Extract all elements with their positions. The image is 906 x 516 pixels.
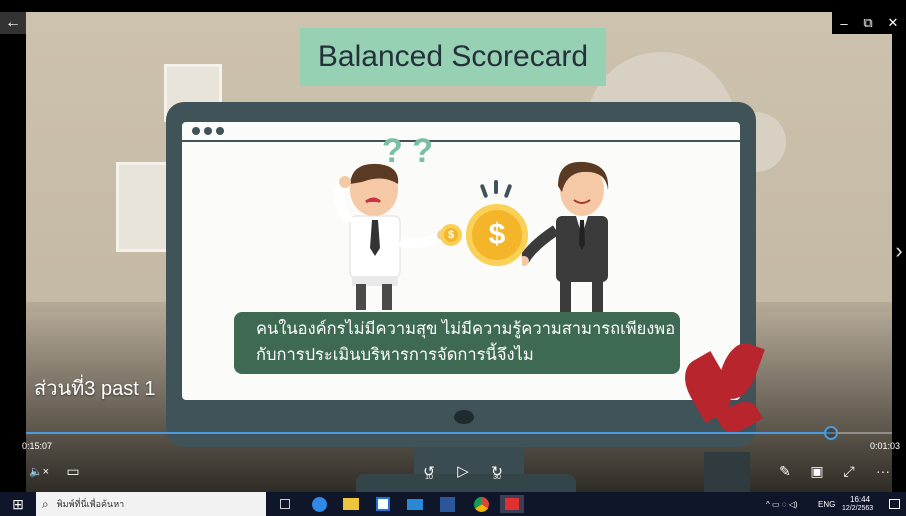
taskbar-search-box[interactable]: ⌕ พิมพ์ที่นี่เพื่อค้นหา (36, 492, 266, 516)
start-icon[interactable]: ⊞ (6, 495, 30, 513)
file-explorer-icon[interactable] (340, 495, 362, 513)
movies-tv-player-window: ? ? $ $ Balanced Scorecard คนในองค์กรไม่… (0, 0, 906, 516)
plant-pot (704, 452, 750, 492)
episode-label: ส่วนที่3 past 1 (34, 378, 156, 400)
window-dot (204, 127, 212, 135)
subtitles-icon[interactable]: ▭ (62, 460, 84, 482)
current-time: 0:15:07 (22, 441, 53, 451)
chrome-icon[interactable] (470, 495, 492, 513)
back-arrow-icon[interactable]: ← (0, 12, 26, 34)
businessman-illustration (522, 161, 609, 316)
subtitle-banner: คนในองค์กรไม่มีความสุข ไม่มีความรู้ความส… (234, 312, 680, 374)
search-placeholder: พิมพ์ที่นี่เพื่อค้นหา (56, 499, 125, 509)
remaining-time: 0:01:03 (869, 441, 900, 451)
small-coin-symbol: $ (447, 229, 455, 241)
word-icon[interactable] (436, 495, 458, 513)
system-tray-icons[interactable]: ^ ▭ ◌ ◁) (766, 500, 798, 509)
play-icon[interactable]: ▷ (452, 460, 474, 482)
more-options-icon[interactable]: ··· (870, 460, 896, 482)
window-dot (192, 127, 200, 135)
task-view-icon[interactable] (276, 495, 294, 513)
confused-man-illustration (334, 163, 447, 310)
forward-30-button[interactable]: ↻ 30 (484, 460, 510, 482)
edge-browser-icon[interactable] (308, 495, 330, 513)
mute-icon[interactable]: 🔈× (28, 460, 50, 482)
large-coin-symbol: $ (488, 218, 506, 251)
small-coin-icon: $ (440, 224, 462, 246)
store-icon[interactable] (372, 495, 394, 513)
subtitle-line-2: กับการประเมินบริหารการจัดการนี้จึงไม (256, 346, 534, 364)
mail-icon[interactable] (404, 495, 426, 513)
window-dot (216, 127, 224, 135)
search-icon: ⌕ (42, 496, 49, 511)
fullscreen-icon[interactable]: ⤢ (838, 460, 860, 482)
mini-view-icon[interactable]: ▣ (806, 460, 828, 482)
seek-bar-progress (26, 432, 832, 434)
video-frame[interactable]: ? ? $ $ Balanced Scorecard คนในองค์กรไม่… (26, 12, 892, 492)
minimize-icon[interactable]: – (832, 12, 856, 34)
restore-icon[interactable]: ⧉ (856, 12, 880, 34)
window-frame-left (0, 0, 26, 492)
sparkle-ray (479, 183, 489, 199)
clock-date[interactable]: 12/2/2563 (842, 505, 873, 512)
window-frame-top (0, 0, 906, 12)
browser-bar (182, 122, 740, 142)
sparkle-ray (494, 180, 498, 194)
rewind-10-button[interactable]: ↺ 10 (416, 460, 442, 482)
movies-tv-app-icon[interactable] (500, 495, 524, 513)
forward-seconds: 30 (493, 474, 501, 481)
monitor-power-button (454, 410, 474, 424)
sparkle-ray (503, 183, 513, 199)
close-icon[interactable]: ✕ (880, 12, 906, 34)
large-coin-icon: $ (466, 204, 528, 266)
windows-taskbar: ⊞ ⌕ พิมพ์ที่นี่เพื่อค้นหา ^ ▭ ◌ ◁) ENG 1… (0, 492, 906, 516)
next-chevron-icon[interactable]: › (892, 236, 906, 266)
title-text: Balanced Scorecard (317, 40, 589, 73)
subtitle-line-1: คนในองค์กรไม่มีความสุข ไม่มีความรู้ความส… (256, 320, 676, 338)
language-indicator[interactable]: ENG (818, 500, 835, 509)
edit-icon[interactable]: ✎ (774, 460, 796, 482)
rewind-seconds: 10 (425, 474, 433, 481)
title-banner: Balanced Scorecard (300, 28, 606, 86)
clock-time[interactable]: 16:44 (850, 495, 870, 504)
notification-icon[interactable] (886, 495, 902, 513)
seek-bar[interactable] (26, 426, 892, 440)
